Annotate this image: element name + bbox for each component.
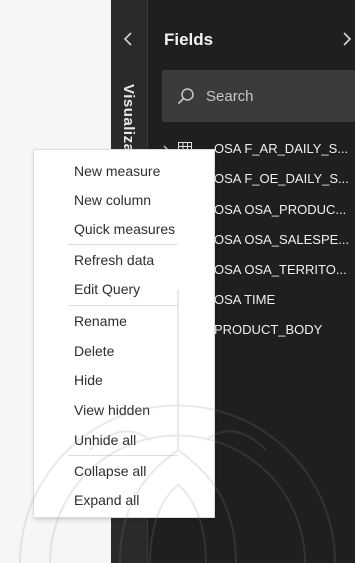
table-name: OSA F_AR_DAILY_S... — [214, 141, 349, 156]
menu-item-unhide-all[interactable]: Unhide all — [74, 432, 136, 448]
fields-pane-title: Fields — [164, 30, 214, 49]
menu-item-refresh-data[interactable]: Refresh data — [74, 252, 154, 268]
chevron-left-icon[interactable] — [118, 28, 140, 50]
chevron-right-icon[interactable] — [340, 28, 355, 50]
table-name: OSA OSA_PRODUC... — [214, 202, 347, 217]
menu-divider — [68, 305, 178, 306]
table-name: OSA OSA_SALESPE... — [214, 232, 350, 247]
menu-item-hide[interactable]: Hide — [74, 372, 103, 388]
table-name: OSA F_OE_DAILY_S... — [214, 171, 349, 186]
search-placeholder: Search — [206, 88, 254, 105]
menu-item-rename[interactable]: Rename — [74, 313, 127, 329]
menu-item-collapse-all[interactable]: Collapse all — [74, 463, 146, 479]
menu-item-quick-measures[interactable]: Quick measures — [74, 221, 175, 237]
table-name: OSA TIME — [214, 292, 276, 307]
menu-item-edit-query[interactable]: Edit Query — [74, 281, 140, 297]
menu-item-expand-all[interactable]: Expand all — [74, 492, 139, 508]
table-name: OSA OSA_TERRITO... — [214, 262, 347, 277]
fields-search-input[interactable]: Search — [162, 70, 355, 122]
search-icon — [177, 87, 195, 105]
menu-divider — [68, 455, 178, 456]
menu-item-new-column[interactable]: New column — [74, 192, 151, 208]
menu-divider — [68, 244, 178, 245]
menu-item-new-measure[interactable]: New measure — [74, 163, 160, 179]
menu-item-delete[interactable]: Delete — [74, 343, 114, 359]
menu-item-view-hidden[interactable]: View hidden — [74, 402, 150, 418]
context-menu: New measure New column Quick measures Re… — [33, 149, 215, 518]
table-name: PRODUCT_BODY — [214, 322, 323, 337]
visualizations-pane-label[interactable]: Visualiza — [120, 84, 137, 152]
